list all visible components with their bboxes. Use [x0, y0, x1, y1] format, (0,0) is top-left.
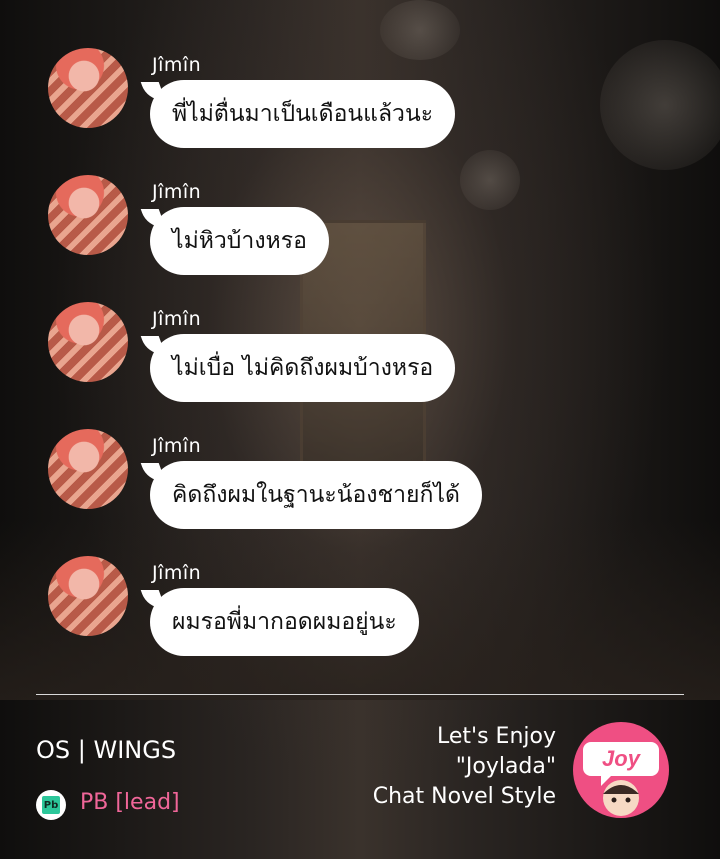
- avatar[interactable]: [48, 429, 128, 509]
- avatar[interactable]: [48, 175, 128, 255]
- story-title: OS | WINGS: [36, 736, 177, 764]
- promo-line-3: Chat Novel Style: [372, 784, 556, 809]
- joylada-logo-icon[interactable]: Joy: [571, 720, 671, 820]
- sender-name: Jîmîn: [152, 308, 202, 330]
- pb-app-icon: Pb: [36, 790, 66, 820]
- message-bubble: พี่ไม่ตื่นมาเป็นเดือนแล้วนะ: [150, 80, 456, 148]
- message-bubble: ไม่หิวบ้างหรอ: [150, 207, 329, 275]
- pb-author-link[interactable]: PB [lead]: [80, 790, 180, 815]
- message-bubble: ไม่เบื่อ ไม่คิดถึงผมบ้างหรอ: [150, 334, 456, 402]
- promo-line-2: "Joylada": [455, 754, 556, 779]
- promo-line-1: Let's Enjoy: [437, 724, 556, 749]
- logo-text: Joy: [602, 746, 642, 771]
- avatar[interactable]: [48, 302, 128, 382]
- avatar[interactable]: [48, 556, 128, 636]
- avatar[interactable]: [48, 48, 128, 128]
- sender-name: Jîmîn: [152, 562, 202, 584]
- pb-icon-label: Pb: [42, 796, 60, 814]
- message-bubble: คิดถึงผมในฐานะน้องชายก็ได้: [150, 461, 482, 529]
- message-bubble: ผมรอพี่มากอดผมอยู่นะ: [150, 588, 419, 656]
- sender-name: Jîmîn: [152, 54, 202, 76]
- sender-name: Jîmîn: [152, 435, 202, 457]
- joylada-promo: Let's Enjoy "Joylada" Chat Novel Style: [373, 722, 556, 812]
- footer-divider: [36, 694, 684, 695]
- sender-name: Jîmîn: [152, 181, 202, 203]
